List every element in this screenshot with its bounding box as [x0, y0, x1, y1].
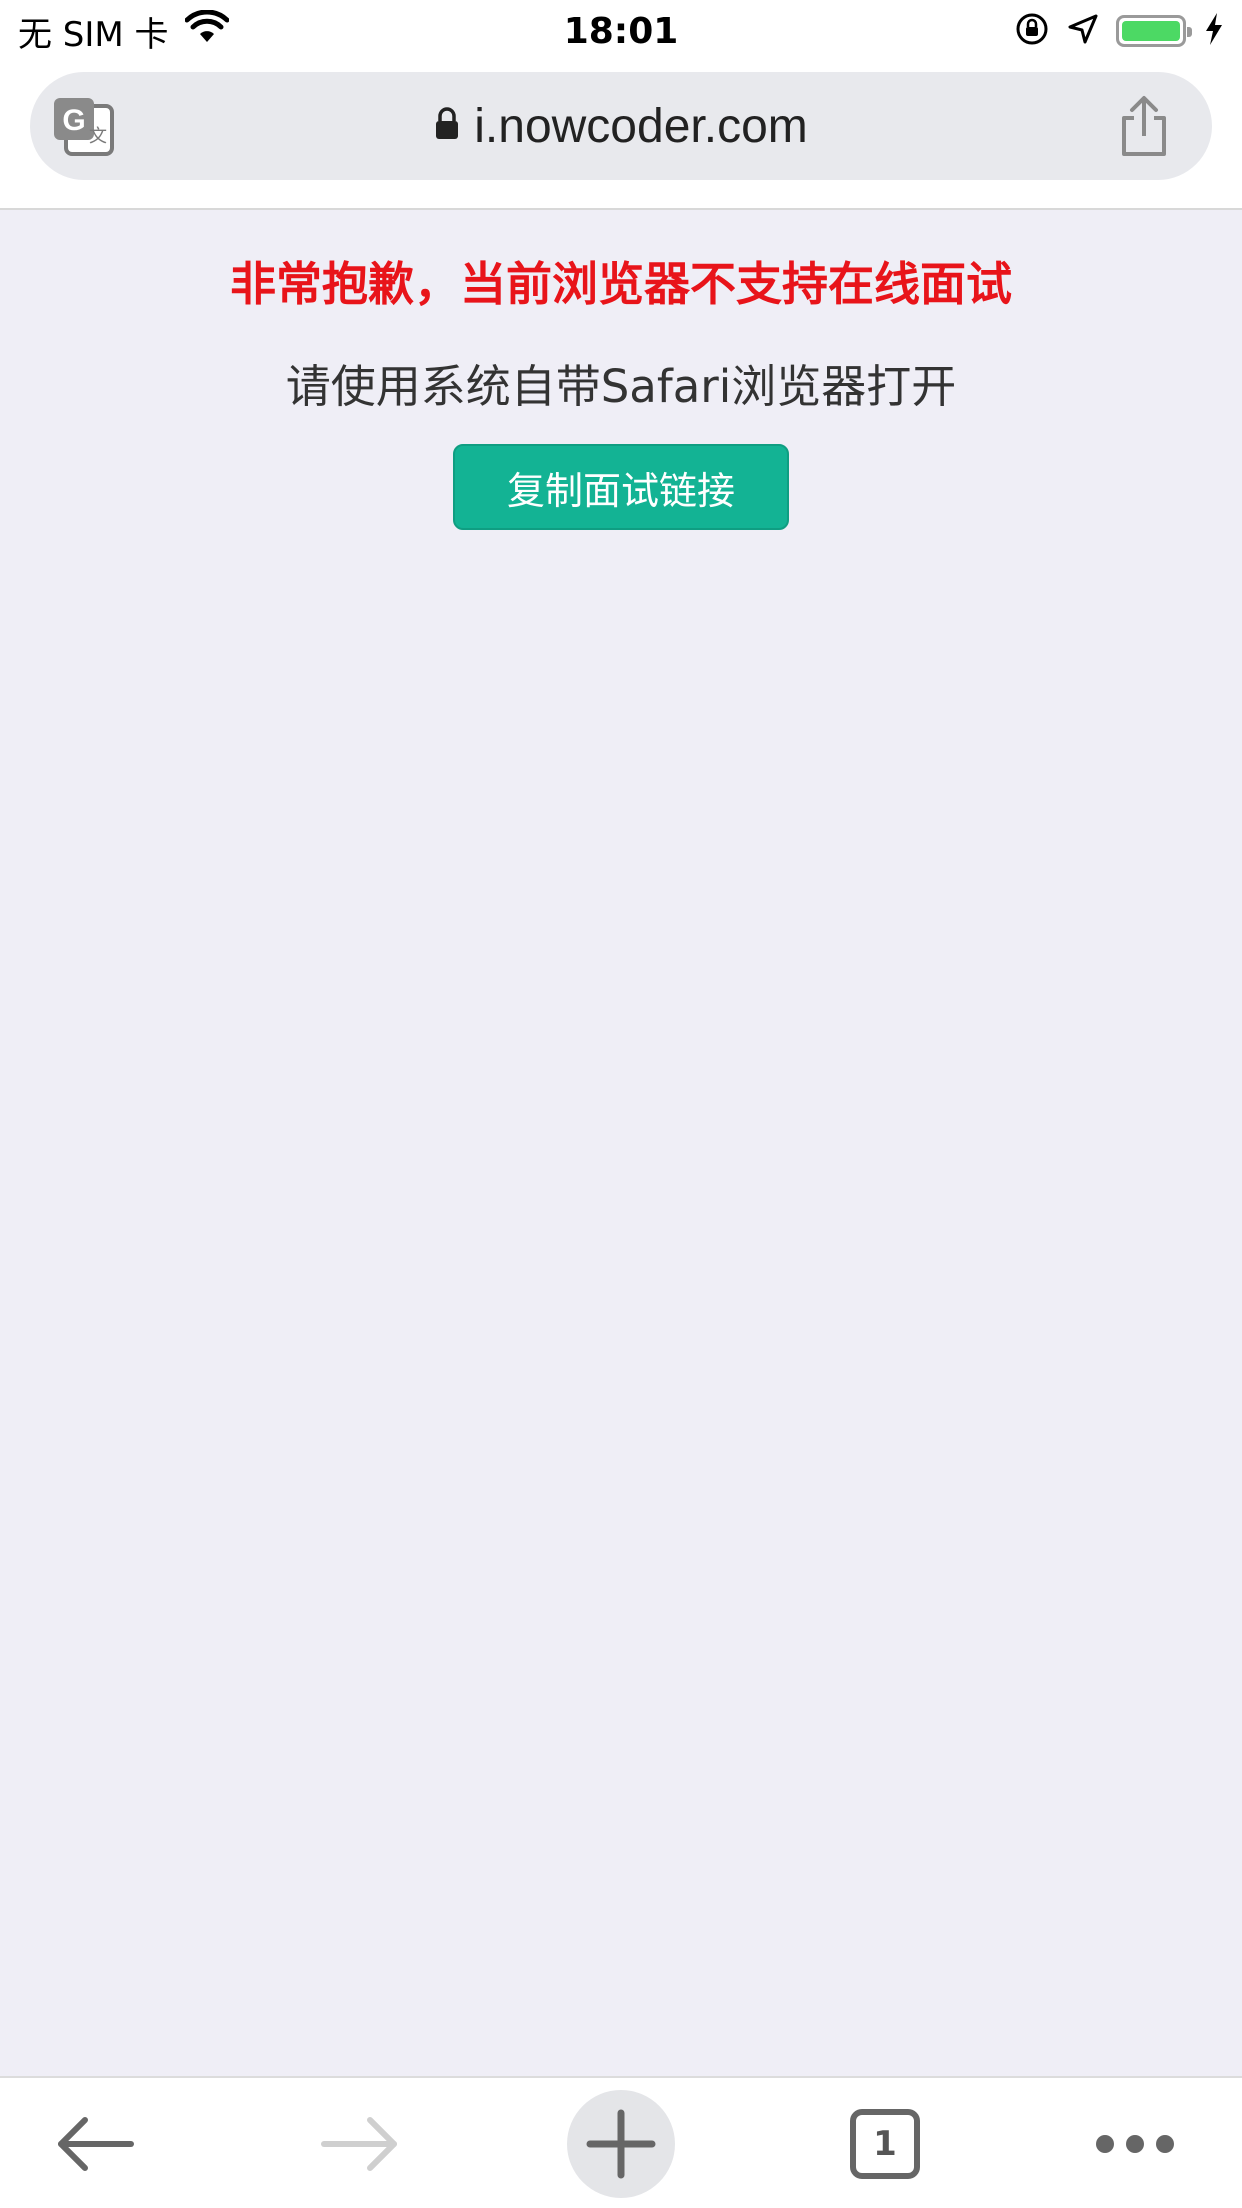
forward-button[interactable] [305, 2078, 415, 2208]
charging-icon [1204, 12, 1224, 50]
more-menu-button[interactable] [1070, 2078, 1200, 2208]
copy-interview-link-button[interactable]: 复制面试链接 [453, 444, 789, 530]
url-wrap: i.nowcoder.com [30, 72, 1212, 180]
url-bar[interactable]: G 文 i.nowcoder.com [30, 72, 1212, 180]
open-in-safari-hint: 请使用系统自带Safari浏览器打开 [285, 360, 957, 413]
page-content: 非常抱歉，当前浏览器不支持在线面试 请使用系统自带Safari浏览器打开 复制面… [0, 210, 1242, 2076]
battery-fill [1122, 21, 1180, 41]
arrow-right-icon [321, 2117, 397, 2171]
plus-icon [567, 2090, 675, 2198]
share-icon[interactable] [1118, 94, 1170, 158]
tab-count: 1 [850, 2109, 920, 2179]
rotation-lock-icon [1014, 11, 1050, 51]
tab-switcher-button[interactable]: 1 [830, 2078, 940, 2208]
arrow-left-icon [58, 2117, 134, 2171]
location-icon [1068, 14, 1098, 48]
bottom-toolbar: 1 [0, 2076, 1242, 2208]
url-text: i.nowcoder.com [474, 99, 808, 153]
carrier-label: 无 SIM 卡 [18, 14, 169, 55]
unsupported-browser-warning: 非常抱歉，当前浏览器不支持在线面试 [230, 257, 1012, 311]
status-right [1014, 11, 1224, 51]
more-dots-icon [1096, 2135, 1174, 2153]
battery-icon [1116, 15, 1192, 47]
status-bar: 无 SIM 卡 18:01 [0, 0, 1242, 62]
browser-toolbar: G 文 i.nowcoder.com [0, 62, 1242, 210]
browser-screen: 无 SIM 卡 18:01 G 文 i.nowcoder.com 非常抱歉，当前… [0, 0, 1242, 2208]
status-left: 无 SIM 卡 [18, 7, 230, 56]
lock-icon [434, 107, 460, 145]
back-button[interactable] [40, 2078, 150, 2208]
new-tab-button[interactable] [566, 2078, 676, 2208]
wifi-icon [184, 9, 230, 53]
